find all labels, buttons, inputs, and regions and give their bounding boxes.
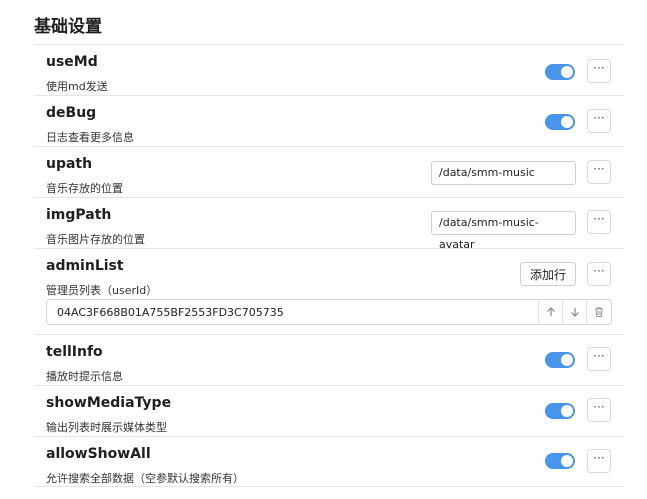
upath-input[interactable]: /data/smm-music — [431, 161, 576, 185]
setting-row-usemd: useMd 使用md发送 ··· — [34, 44, 624, 95]
debug-more-button[interactable]: ··· — [587, 109, 611, 133]
setting-description: 使用md发送 — [46, 80, 108, 93]
tellinfo-more-button[interactable]: ··· — [587, 347, 611, 371]
setting-name: adminList — [46, 258, 124, 274]
toggle-knob — [561, 116, 573, 128]
setting-name: showMediaType — [46, 395, 172, 411]
imgpath-input[interactable]: /data/smm-music-avatar — [431, 211, 576, 251]
setting-description: 日志查看更多信息 — [46, 131, 134, 144]
add-row-button[interactable]: 添加行 — [520, 262, 576, 286]
allowshowall-more-button[interactable]: ··· — [587, 449, 611, 473]
delete-row-button[interactable] — [586, 300, 610, 324]
upath-more-button[interactable]: ··· — [587, 160, 611, 184]
setting-name: useMd — [46, 54, 98, 70]
setting-row-allowshowall: allowShowAll 允许搜索全部数据（空参默认搜索所有） ··· — [34, 436, 624, 487]
adminlist-more-button[interactable]: ··· — [587, 262, 611, 286]
setting-description: 音乐图片存放的位置 — [46, 233, 145, 246]
more-icon: ··· — [593, 111, 605, 125]
usemd-toggle[interactable] — [545, 64, 575, 80]
section-title: 基础设置 — [34, 17, 102, 37]
more-icon: ··· — [593, 212, 605, 226]
imgpath-more-button[interactable]: ··· — [587, 210, 611, 234]
setting-name: deBug — [46, 105, 97, 121]
showmediatype-more-button[interactable]: ··· — [587, 398, 611, 422]
arrow-down-icon — [570, 308, 579, 317]
setting-description: 输出列表时展示媒体类型 — [46, 421, 167, 434]
setting-description: 播放时提示信息 — [46, 370, 123, 383]
setting-description: 管理员列表（userId） — [46, 284, 158, 297]
setting-description: 允许搜索全部数据（空参默认搜索所有） — [46, 472, 244, 485]
toggle-knob — [561, 66, 573, 78]
setting-row-debug: deBug 日志查看更多信息 ··· — [34, 95, 624, 146]
more-icon: ··· — [593, 400, 605, 414]
toggle-knob — [561, 354, 573, 366]
trash-icon — [594, 307, 603, 317]
toggle-knob — [561, 455, 573, 467]
toggle-knob — [561, 405, 573, 417]
more-icon: ··· — [593, 61, 605, 75]
setting-name: upath — [46, 156, 93, 172]
setting-row-upath: upath 音乐存放的位置 /data/smm-music ··· — [34, 146, 624, 197]
setting-name: imgPath — [46, 207, 112, 223]
setting-name: allowShowAll — [46, 446, 151, 462]
move-down-button[interactable] — [562, 300, 586, 324]
setting-name: tellInfo — [46, 344, 103, 360]
showmediatype-toggle[interactable] — [545, 403, 575, 419]
more-icon: ··· — [593, 349, 605, 363]
admin-list-item: 04AC3F668B01A755BF2553FD3C705735 — [46, 299, 612, 325]
move-up-button[interactable] — [538, 300, 562, 324]
allowshowall-toggle[interactable] — [545, 453, 575, 469]
arrow-up-icon — [546, 307, 555, 316]
setting-row-showmediatype: showMediaType 输出列表时展示媒体类型 ··· — [34, 385, 624, 436]
more-icon: ··· — [593, 264, 605, 278]
usemd-more-button[interactable]: ··· — [587, 59, 611, 83]
tellinfo-toggle[interactable] — [545, 352, 575, 368]
setting-row-tellinfo: tellInfo 播放时提示信息 ··· — [34, 334, 624, 385]
setting-description: 音乐存放的位置 — [46, 182, 123, 195]
more-icon: ··· — [593, 162, 605, 176]
more-icon: ··· — [593, 451, 605, 465]
setting-row-imgpath: imgPath 音乐图片存放的位置 /data/smm-music-avatar… — [34, 197, 624, 251]
debug-toggle[interactable] — [545, 114, 575, 130]
admin-id-value[interactable]: 04AC3F668B01A755BF2553FD3C705735 — [57, 306, 284, 319]
